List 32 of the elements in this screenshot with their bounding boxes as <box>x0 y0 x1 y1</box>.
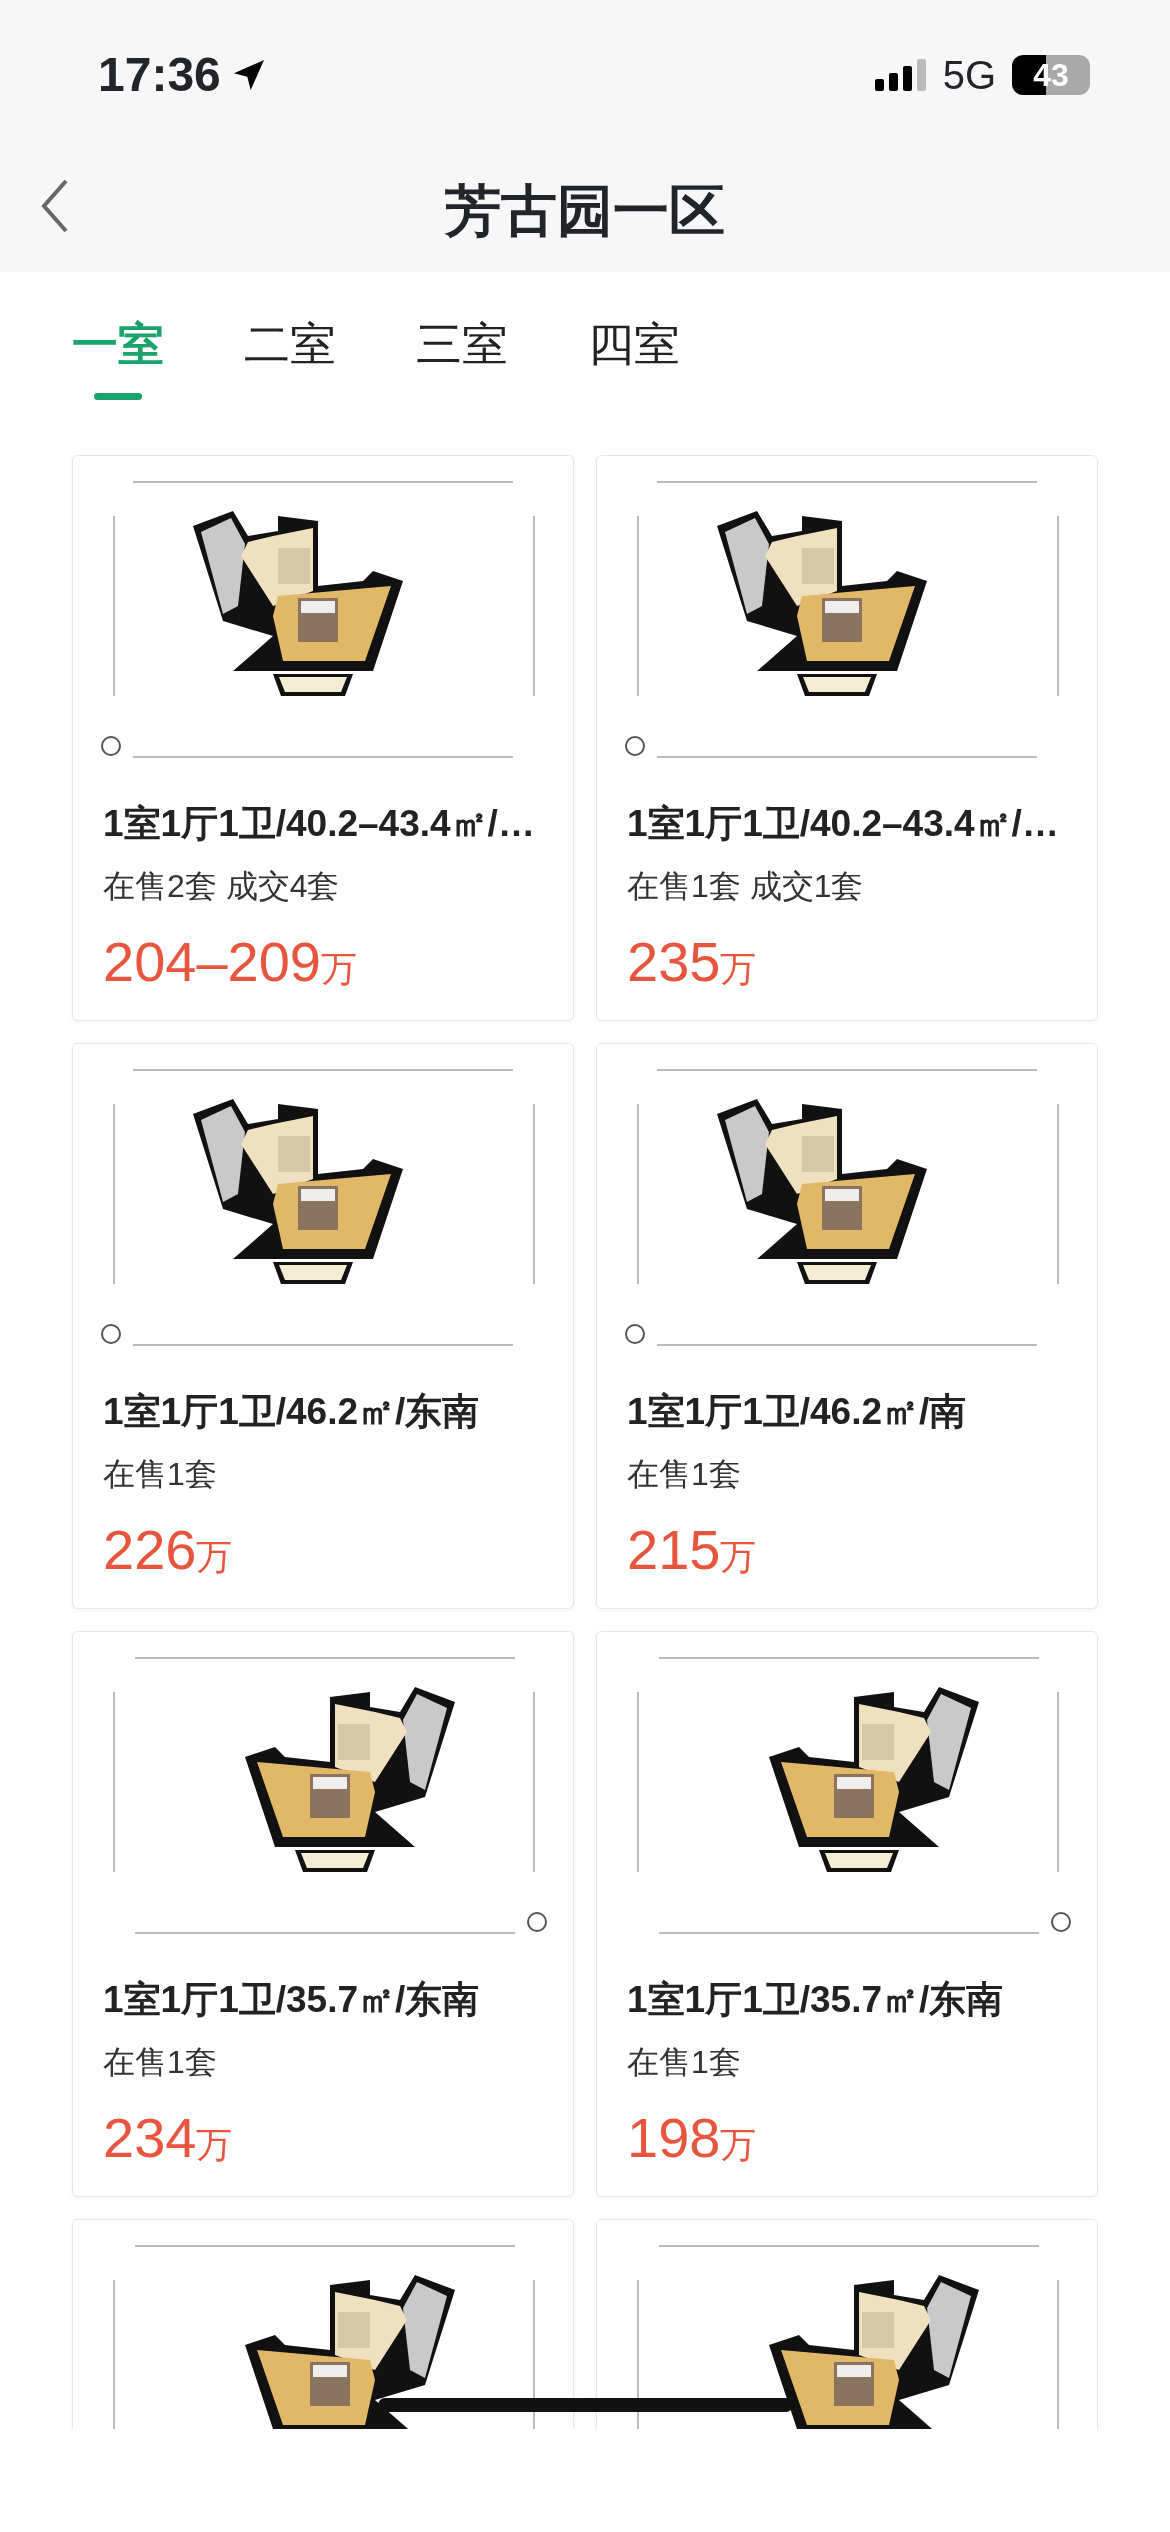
listing-price: 204–209万 <box>102 928 358 995</box>
listing-stats: 在售1套 <box>626 1454 742 1494</box>
listing-price: 234万 <box>102 2104 234 2171</box>
listing-stats: 在售1套 成交1套 <box>626 866 865 906</box>
listing-price: 215万 <box>626 1516 758 1583</box>
room-tab[interactable]: 四室 <box>588 310 680 455</box>
listing-card[interactable]: 1室1厅1卫/40.2–43.4㎡/… 在售1套 成交1套 235万 <box>596 455 1098 1021</box>
status-time: 17:36 <box>98 47 221 103</box>
listing-stats: 在售1套 <box>626 2042 742 2082</box>
listing-card[interactable]: 1室1厅1卫/46.2㎡/东南 在售1套 226万 <box>72 1043 574 1609</box>
listing-stats: 在售2套 成交4套 <box>102 866 341 906</box>
listing-title: 1室1厅1卫/35.7㎡/东南 <box>626 1978 1005 2022</box>
room-tab[interactable]: 二室 <box>244 310 336 455</box>
listing-price: 198万 <box>626 2104 758 2171</box>
page-title: 芳古园一区 <box>445 178 725 244</box>
room-tab[interactable]: 三室 <box>416 310 508 455</box>
listing-card[interactable]: 1室1厅1卫/46.2㎡/南 在售1套 215万 <box>596 1043 1098 1609</box>
signal-icon <box>874 59 927 91</box>
listing-title: 1室1厅1卫/40.2–43.4㎡/… <box>626 802 1060 846</box>
listing-price: 226万 <box>102 1516 234 1583</box>
listing-card[interactable]: 1室1厅1卫/35.7㎡/东南 在售1套 198万 <box>596 1631 1098 2197</box>
listing-title: 1室1厅1卫/40.2–43.4㎡/… <box>102 802 536 846</box>
listing-title: 1室1厅1卫/35.7㎡/东南 <box>102 1978 481 2022</box>
listing-stats: 在售1套 <box>102 1454 218 1494</box>
back-icon[interactable] <box>40 178 70 234</box>
listing-card[interactable]: 1室1厅1卫/40.2–43.4㎡/… 在售2套 成交4套 204–209万 <box>72 455 574 1021</box>
network-label: 5G <box>942 52 996 99</box>
listing-title: 1室1厅1卫/46.2㎡/南 <box>626 1390 968 1434</box>
listing-price: 235万 <box>626 928 758 995</box>
listing-title: 1室1厅1卫/46.2㎡/东南 <box>102 1390 481 1434</box>
listing-stats: 在售1套 <box>102 2042 218 2082</box>
listing-card[interactable]: 1室1厅1卫/35.7㎡/东南 在售1套 234万 <box>72 1631 574 2197</box>
